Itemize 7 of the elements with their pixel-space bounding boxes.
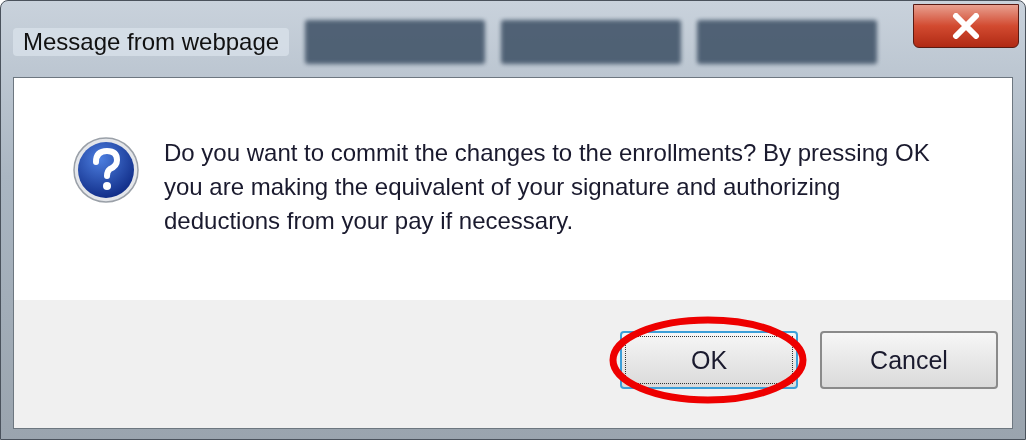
close-icon [951, 13, 981, 39]
close-button[interactable] [913, 4, 1019, 48]
confirmation-message: Do you want to commit the changes to the enrollments? By pressing OK you are making the equivalent of your signature and authorizing deductions from your pay if necessary. [164, 138, 931, 236]
question-icon [72, 136, 140, 204]
dialog-button[interactable]: Cancel [820, 331, 998, 389]
dialog-button[interactable]: OK [620, 331, 798, 389]
window-title: Message from webpage [13, 28, 290, 56]
